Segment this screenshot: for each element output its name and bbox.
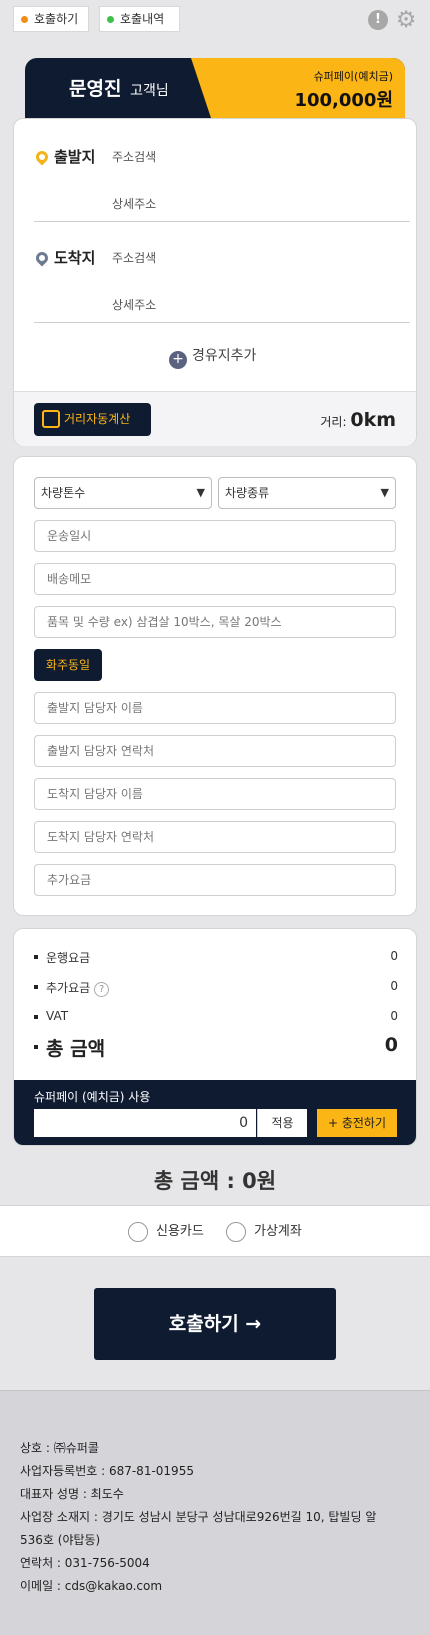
footer: 상호 : ㈜슈퍼콜 사업자등록번호 : 687-81-01955 대표자 성명 … — [0, 1390, 430, 1635]
plus-icon: + — [327, 1116, 342, 1130]
superpay-section: 슈퍼페이 (예치금) 사용 0 적용 + 충전하기 — [14, 1080, 416, 1145]
bullet-icon — [34, 955, 38, 959]
superpay-amount-input[interactable]: 0 — [34, 1109, 256, 1137]
footer-email: 이메일 : cds@kakao.com — [20, 1579, 163, 1593]
tab-history[interactable]: 호출내역 — [99, 6, 180, 32]
tab-call[interactable]: 호출하기 — [13, 6, 89, 32]
tab-call-label: 호출하기 — [34, 12, 79, 26]
map-icon — [42, 410, 60, 428]
tab-history-label: 호출내역 — [120, 12, 165, 26]
fare-total: 총 금액 0 — [34, 1034, 398, 1062]
fare-item-value: 0 — [390, 1009, 398, 1023]
charge-button-label: 충전하기 — [341, 1116, 387, 1130]
alert-icon[interactable]: ! — [368, 10, 388, 30]
distance-value: 0km — [350, 409, 396, 431]
customer-name: 문영진 고객님 — [69, 74, 169, 101]
delivery-memo-input[interactable]: 배송메모 — [34, 563, 396, 595]
tonnage-select[interactable]: 차량톤수 ▼ — [34, 477, 212, 509]
origin-search-input[interactable]: 주소검색 — [112, 148, 156, 165]
destination-search-input[interactable]: 주소검색 — [112, 249, 156, 266]
address-card: 출발지 주소검색 상세주소 도착지 주소검색 상세주소 + 경유지추가 거리자동계… — [13, 118, 417, 446]
customer-suffix: 고객님 — [130, 83, 169, 99]
customer-name-text: 문영진 — [69, 78, 122, 100]
plus-icon: + — [169, 351, 187, 369]
gear-icon[interactable]: ⚙ — [394, 8, 418, 32]
extra-fee-input[interactable]: 추가요금 — [34, 864, 396, 896]
bullet-icon — [34, 985, 38, 989]
fare-total-value: 0 — [384, 1034, 398, 1056]
chevron-down-icon: ▼ — [196, 486, 205, 499]
destination-detail-input[interactable]: 상세주소 — [112, 296, 156, 313]
status-dot-icon — [107, 16, 114, 23]
dest-contact-phone-input[interactable]: 도착지 담당자 연락처 — [34, 821, 396, 853]
origin-label: 출발지 — [54, 148, 96, 166]
dest-contact-name-input[interactable]: 도착지 담당자 이름 — [34, 778, 396, 810]
help-icon[interactable]: ? — [94, 982, 110, 997]
footer-company: 상호 : ㈜슈퍼콜 — [20, 1441, 99, 1455]
divider — [34, 322, 410, 323]
destination-label: 도착지 — [54, 249, 96, 267]
fare-total-label: 총 금액 — [46, 1038, 106, 1060]
fare-item-value: 0 — [390, 979, 398, 993]
call-button[interactable]: 호출하기 → — [94, 1288, 336, 1360]
origin-contact-name-input[interactable]: 출발지 담당자 이름 — [34, 692, 396, 724]
fare-item-label: 운행요금 — [46, 951, 91, 965]
vehicle-type-select-value: 차량종류 — [225, 486, 270, 500]
status-dot-icon — [21, 16, 28, 23]
distance-readout: 거리: 0km — [320, 409, 396, 431]
grand-total: 총 금액 : 0원 — [153, 1169, 277, 1193]
transport-datetime-input[interactable]: 운송일시 — [34, 520, 396, 552]
fare-card: 운행요금 0 추가요금? 0 VAT 0 총 금액 0 슈퍼페이 (예치금) 사… — [13, 928, 417, 1146]
fare-item-value: 0 — [390, 949, 398, 963]
footer-business-number: 사업자등록번호 : 687-81-01955 — [20, 1464, 194, 1478]
distance-calc-button[interactable]: 거리자동계산 — [34, 403, 151, 436]
add-waypoint-button[interactable]: + 경유지추가 — [169, 345, 256, 369]
payment-vaccount-radio[interactable]: 가상계좌 — [226, 1221, 302, 1243]
distance-calc-label: 거리자동계산 — [64, 412, 131, 426]
fare-item-label: VAT — [46, 1009, 69, 1023]
same-as-owner-button[interactable]: 화주동일 — [34, 649, 102, 681]
footer-ceo: 대표자 성명 : 최도수 — [20, 1487, 124, 1501]
add-waypoint-label: 경유지추가 — [192, 348, 257, 364]
tonnage-select-value: 차량톤수 — [41, 486, 86, 500]
origin-contact-phone-input[interactable]: 출발지 담당자 연락처 — [34, 735, 396, 767]
origin-detail-input[interactable]: 상세주소 — [112, 195, 156, 212]
items-input[interactable]: 품목 및 수량 ex) 삼겹살 10박스, 목살 20박스 — [34, 606, 396, 638]
payment-method-box: 신용카드 가상계좌 — [0, 1205, 430, 1257]
footer-address: 사업장 소재지 : 경기도 성남시 분당구 성남대로926번길 10, 탑빌딩 … — [20, 1510, 377, 1524]
distance-label: 거리: — [320, 415, 347, 429]
payment-card-radio[interactable]: 신용카드 — [128, 1221, 204, 1243]
chevron-down-icon: ▼ — [380, 486, 389, 499]
divider — [34, 221, 410, 222]
location-pin-icon — [33, 148, 51, 166]
superpay-title: 슈퍼페이 (예치금) 사용 — [34, 1090, 151, 1104]
payment-vaccount-label: 가상계좌 — [254, 1224, 302, 1239]
fare-item-label: 추가요금 — [46, 981, 91, 995]
footer-address-cont: 536호 (야탑동) — [20, 1533, 101, 1547]
bullet-icon — [34, 1045, 38, 1049]
radio-circle-icon — [128, 1222, 148, 1242]
fare-item-label-wrap: 추가요금? — [46, 979, 110, 997]
charge-button[interactable]: + 충전하기 — [317, 1109, 397, 1137]
apply-button[interactable]: 적용 — [257, 1109, 307, 1137]
radio-circle-icon — [226, 1222, 246, 1242]
customer-banner: 문영진 고객님 슈퍼페이(예치금) 100,000원 — [25, 58, 405, 118]
order-form-card: 차량톤수 ▼ 차량종류 ▼ 운송일시 배송메모 품목 및 수량 ex) 삼겹살 … — [13, 456, 417, 916]
vehicle-type-select[interactable]: 차량종류 ▼ — [218, 477, 396, 509]
bullet-icon — [34, 1015, 38, 1019]
payment-card-label: 신용카드 — [156, 1224, 204, 1239]
footer-phone: 연락처 : 031-756-5004 — [20, 1556, 150, 1570]
top-bar: 호출하기 호출내역 ! ⚙ — [0, 0, 430, 44]
superpay-label: 슈퍼페이(예치금) — [313, 70, 393, 83]
location-pin-icon — [33, 249, 51, 267]
superpay-balance: 100,000원 — [294, 90, 393, 111]
